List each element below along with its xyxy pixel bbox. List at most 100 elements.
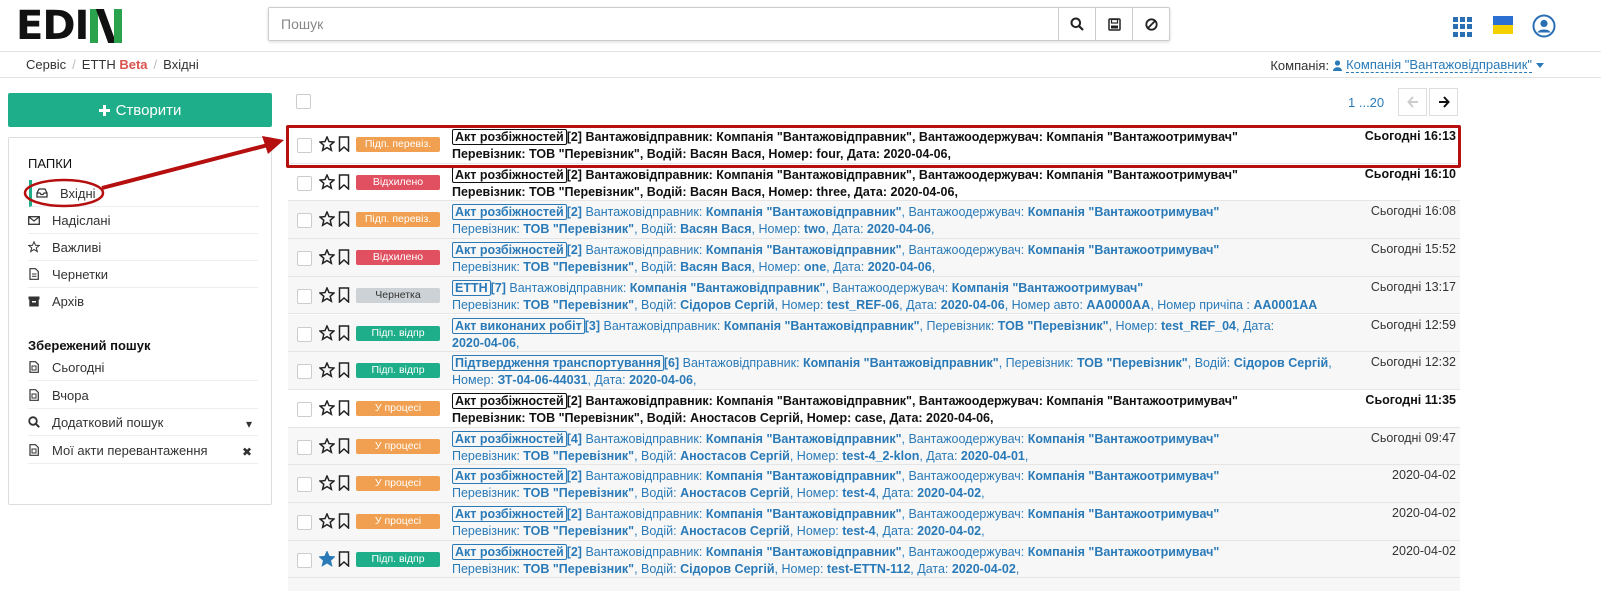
save-search-button[interactable] [1095,8,1132,40]
bookmark-icon[interactable] [338,400,350,416]
star-icon[interactable] [319,362,335,379]
company-selector[interactable]: Компанія: Компанія "Вантажовідправник" [1270,57,1544,73]
search-button[interactable] [1058,8,1095,40]
table-row[interactable]: У процесі Акт розбіжностей [2] Вантажовідп… [288,465,1460,503]
caret-down-icon[interactable]: ▾ [246,417,252,431]
table-row[interactable]: Відхилено Акт розбіжностей [2] Вантажовідп… [288,239,1460,277]
document-summary[interactable]: Акт розбіжностей [2] Вантажовідправник: К… [452,204,1460,238]
document-type-link[interactable]: Акт розбіжностей [452,166,567,183]
star-icon[interactable] [319,399,335,416]
bookmark-icon[interactable] [338,249,350,266]
pager-range[interactable]: 1 ...20 [1348,95,1384,110]
document-summary[interactable]: Акт розбіжностей [4] Вантажовідправник: К… [452,430,1460,465]
row-checkbox[interactable] [297,515,312,530]
star-icon[interactable] [319,475,335,492]
saved-search-advanced[interactable]: Додатковий пошук ▾ [28,409,258,436]
document-type-link[interactable]: Акт виконаних робіт [452,317,585,334]
user-icon[interactable] [1532,14,1556,38]
star-icon[interactable] [319,249,335,265]
row-checkbox[interactable] [297,552,312,568]
table-row[interactable]: У процесі Акт розбіжностей [2] Вантажовідп… [288,503,1460,541]
document-summary[interactable]: Підтвердження транспортування [6] Вантажо… [452,355,1460,389]
clear-search-button[interactable] [1132,8,1169,40]
document-summary[interactable]: Акт розбіжностей [2] Вантажовідправник: К… [452,506,1460,540]
select-all-checkbox[interactable] [296,94,311,109]
field-label: , Номер: [774,297,827,312]
sidebar-item-archive[interactable]: Архів [28,288,258,315]
table-row[interactable]: Підп. відпр Підтвердження транспортування… [288,352,1460,390]
next-page-button[interactable] [1429,88,1458,116]
row-checkbox[interactable] [297,364,312,380]
field-label: Вантажовідправник: [581,507,706,521]
sidebar-item-drafts[interactable]: Чернетки [28,261,258,288]
document-summary[interactable]: Акт розбіжностей [2] Вантажовідправник: К… [452,242,1460,276]
bookmark-icon[interactable] [338,173,350,190]
row-checkbox[interactable] [297,326,312,342]
document-type-link[interactable]: Акт розбіжностей [452,506,567,522]
document-type-link[interactable]: Акт розбіжностей [452,392,567,409]
table-row[interactable]: Підп. перевіз. Акт розбіжностей [2] Вантаж… [288,201,1460,240]
breadcrumb-item-ettn[interactable]: ЕТТН Beta [82,57,148,72]
sidebar-item-important[interactable]: Важливі [28,234,258,261]
document-type-link[interactable]: Акт розбіжностей [452,430,567,447]
prev-page-button[interactable] [1398,88,1427,116]
document-type-link[interactable]: Акт розбіжностей [452,204,567,221]
saved-search-today[interactable]: Сьогодні [28,354,258,381]
star-icon[interactable] [319,437,335,454]
document-type-link[interactable]: Акт розбіжностей [452,242,567,259]
star-icon[interactable] [319,173,335,190]
bookmark-icon[interactable] [338,324,350,341]
document-summary[interactable]: Акт розбіжностей [2] Вантажовідправник: К… [452,543,1460,578]
sidebar-item-sent[interactable]: Надіслані [28,207,258,234]
star-icon[interactable] [319,324,335,341]
apps-grid-icon[interactable] [1453,17,1473,37]
table-row[interactable]: У процесі Акт розбіжностей [4] Вантажовідп… [288,427,1460,466]
bookmark-icon[interactable] [338,362,350,379]
bookmark-icon[interactable] [338,437,350,454]
row-checkbox[interactable] [297,439,312,455]
sidebar-item-inbox[interactable]: Вхідні [29,180,259,207]
table-row[interactable]: Відхилено Акт розбіжностей [2] Вантажовідп… [288,163,1460,202]
edin-logo[interactable]: EDI [16,6,123,46]
bookmark-icon[interactable] [338,550,350,567]
table-row[interactable] [288,578,1460,591]
star-icon[interactable] [319,513,335,529]
star-icon[interactable] [319,211,335,228]
document-type-link[interactable]: ЕТТН [452,279,491,296]
table-row[interactable]: Чернетка ЕТТН [7] Вантажовідправник: Компа… [288,276,1460,315]
bookmark-icon[interactable] [338,475,350,492]
row-checkbox[interactable] [297,477,312,493]
table-row[interactable]: Підп. відпр Акт виконаних робіт [3] Вантаж… [288,314,1460,353]
star-icon[interactable] [319,286,335,303]
create-button[interactable]: Створити [8,93,272,127]
row-checkbox[interactable] [297,401,312,417]
document-type-link[interactable]: Акт розбіжностей [452,468,567,485]
bookmark-icon[interactable] [338,287,350,303]
bookmark-icon[interactable] [338,211,350,228]
table-row[interactable]: У процесі Акт розбіжностей [2] Вантажовідп… [288,389,1460,428]
star-icon[interactable] [319,550,335,567]
saved-search-my-acts[interactable]: Мої акти перевантаження ✖ [28,437,258,464]
document-summary[interactable]: Акт виконаних робіт [3] Вантажовідправник… [452,317,1460,352]
field-label: , Вантажоодержувач: [901,205,1028,220]
table-row[interactable]: Підп. відпр Акт розбіжностей [2] Вантажові… [288,540,1460,579]
bookmark-icon[interactable] [338,513,350,529]
row-checkbox[interactable] [297,213,312,229]
document-type-link[interactable]: Підтвердження транспортування [452,355,664,372]
remove-icon[interactable]: ✖ [242,445,252,459]
field-value: Компанія "Вантажоотримувач" [1027,469,1220,484]
document-summary[interactable]: Акт розбіжностей [2] Вантажовідправник: К… [452,468,1460,502]
saved-search-yesterday[interactable]: Вчора [28,382,258,409]
row-checkbox[interactable] [297,288,312,304]
breadcrumb-item-service[interactable]: Сервіс [26,57,66,72]
row-checkbox[interactable] [297,251,312,267]
company-name[interactable]: Компанія "Вантажовідправник" [1346,57,1532,73]
document-summary[interactable]: ЕТТН [7] Вантажовідправник: Компанія "Ван… [452,279,1460,314]
document-summary[interactable]: Акт розбіжностей [2] Вантажовідправник: К… [452,392,1460,427]
search-input[interactable] [269,8,1058,40]
document-type-link[interactable]: Акт розбіжностей [452,543,567,560]
row-checkbox[interactable] [297,175,312,191]
saved-search-label: Мої акти перевантаження [52,442,208,458]
ua-flag-icon[interactable] [1493,16,1513,34]
document-summary[interactable]: Акт розбіжностей [2] Вантажовідправник: К… [452,166,1460,201]
